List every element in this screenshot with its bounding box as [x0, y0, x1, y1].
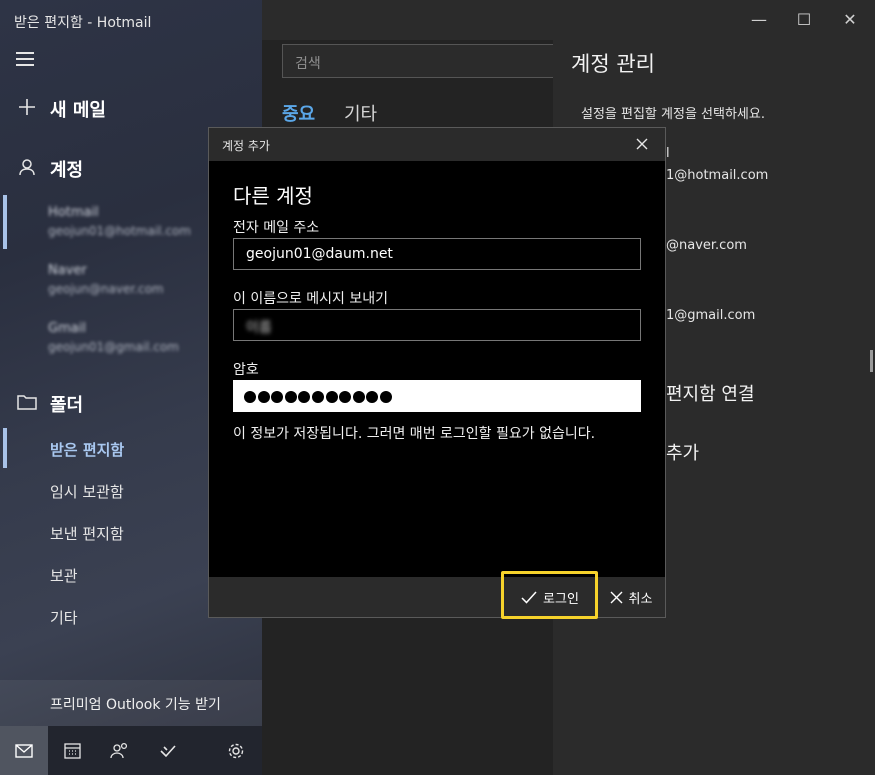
manage-accounts-subtitle: 설정을 편집할 계정을 선택하세요. — [581, 107, 765, 122]
dialog-close-button[interactable] — [630, 133, 654, 157]
password-dot — [298, 391, 311, 403]
password-dot — [311, 391, 324, 403]
email-value: geojun01@daum.net — [246, 246, 393, 262]
account-item-naver[interactable]: Naver geojun@naver.com — [48, 263, 164, 296]
close-icon — [610, 591, 623, 603]
password-field[interactable] — [233, 380, 641, 412]
tab-focused[interactable]: 중요 — [282, 100, 315, 126]
add-account-dialog: 계정 추가 다른 계정 전자 메일 주소 geojun01@daum.net 이… — [208, 127, 666, 618]
gear-icon — [228, 743, 244, 758]
person-icon — [16, 157, 38, 181]
password-dot — [325, 391, 338, 403]
folder-other[interactable]: 기타 — [50, 607, 78, 628]
save-info-note: 이 정보가 저장됩니다. 그러면 매번 로그인할 필요가 없습니다. — [233, 426, 596, 442]
maximize-button[interactable]: ☐ — [786, 6, 822, 34]
accounts-label: 계정 — [50, 160, 84, 181]
password-dot — [366, 391, 379, 403]
sender-name-label: 이 이름으로 메시지 보내기 — [233, 291, 389, 307]
manage-account-naver[interactable]: @naver.com — [666, 238, 747, 253]
sender-name-value: 이름 — [246, 320, 272, 336]
sender-name-field[interactable]: 이름 — [233, 309, 641, 341]
add-account-link[interactable]: 추가 — [666, 439, 699, 465]
search-placeholder: 검색 — [295, 56, 321, 72]
folders-header[interactable]: 폴더 — [16, 391, 83, 417]
todo-nav-button[interactable] — [144, 726, 192, 775]
accounts-header[interactable]: 계정 — [16, 156, 83, 182]
bottom-nav — [0, 726, 262, 775]
hamburger-menu-icon[interactable] — [16, 52, 34, 68]
calendar-icon — [63, 743, 81, 759]
folder-inbox[interactable]: 받은 편지함 — [50, 439, 124, 460]
password-dot — [352, 391, 365, 403]
scrollbar[interactable] — [870, 350, 873, 372]
account-email: geojun@naver.com — [48, 282, 164, 296]
password-label: 암호 — [233, 362, 259, 378]
account-name: Gmail — [48, 321, 86, 336]
manage-account-hotmail[interactable]: 1@hotmail.com — [666, 168, 768, 183]
mail-nav-button[interactable] — [0, 726, 48, 775]
sidebar-title-area: 받은 편지함 - Hotmail — [0, 0, 262, 40]
folder-archive[interactable]: 보관 — [50, 565, 78, 586]
account-email: geojun01@gmail.com — [48, 340, 179, 354]
search-input[interactable]: 검색 — [282, 44, 562, 78]
folder-sent[interactable]: 보낸 편지함 — [50, 523, 124, 544]
email-label: 전자 메일 주소 — [233, 220, 320, 236]
dialog-header-title: 계정 추가 — [222, 139, 270, 153]
account-name: Naver — [48, 263, 87, 278]
people-icon — [110, 742, 128, 759]
selected-account-indicator — [3, 195, 7, 249]
dialog-header: 계정 추가 — [209, 128, 665, 161]
folder-icon — [16, 392, 38, 416]
people-nav-button[interactable] — [96, 726, 144, 775]
account-item-gmail[interactable]: Gmail geojun01@gmail.com — [48, 321, 179, 354]
selected-folder-indicator — [3, 428, 7, 468]
folders-label: 폴더 — [50, 395, 84, 416]
new-mail-label: 새 메일 — [50, 100, 106, 121]
mail-icon — [15, 743, 33, 758]
close-window-button[interactable]: ✕ — [832, 6, 868, 34]
dialog-title: 다른 계정 — [233, 184, 313, 208]
email-field[interactable]: geojun01@daum.net — [233, 238, 641, 270]
password-dot — [339, 391, 352, 403]
new-mail-button[interactable]: 새 메일 — [16, 96, 106, 122]
cancel-label: 취소 — [628, 591, 653, 607]
password-dot — [271, 391, 284, 403]
calendar-nav-button[interactable] — [48, 726, 96, 775]
link-inbox-link[interactable]: 편지함 연결 — [666, 380, 755, 406]
manage-accounts-title: 계정 관리 — [571, 52, 655, 76]
checkmark-icon — [160, 744, 176, 757]
password-dot — [244, 391, 256, 403]
tab-other[interactable]: 기타 — [344, 100, 377, 126]
account-email: geojun01@hotmail.com — [48, 224, 191, 238]
password-dot — [379, 391, 392, 403]
cancel-button[interactable]: 취소 — [601, 577, 661, 617]
account-name: Hotmail — [48, 205, 99, 220]
window-title-text: 받은 편지함 - Hotmail — [14, 15, 152, 31]
password-dots — [244, 384, 394, 403]
manage-account-gmail[interactable]: 1@gmail.com — [666, 308, 755, 323]
password-dot — [257, 391, 270, 403]
login-highlight-box — [501, 571, 598, 619]
premium-banner[interactable]: 프리미엄 Outlook 기능 받기 — [0, 680, 262, 726]
minimize-button[interactable]: — — [741, 6, 777, 34]
manage-account-hotmail-label: l — [666, 146, 670, 161]
account-item-hotmail[interactable]: Hotmail geojun01@hotmail.com — [48, 205, 191, 238]
password-dot — [284, 391, 297, 403]
premium-label: 프리미엄 Outlook 기능 받기 — [50, 697, 221, 713]
folder-drafts[interactable]: 임시 보관함 — [50, 481, 124, 502]
settings-nav-button[interactable] — [212, 726, 260, 775]
plus-icon — [16, 97, 38, 121]
close-icon — [636, 138, 648, 150]
